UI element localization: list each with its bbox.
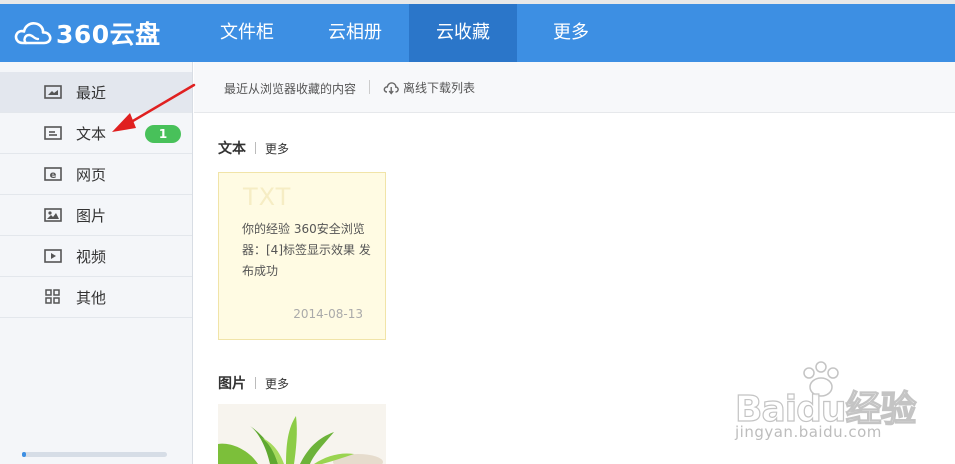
cloud-logo-icon bbox=[14, 22, 52, 45]
sidebar-item-label: 网页 bbox=[76, 165, 107, 184]
video-icon bbox=[44, 248, 62, 264]
sidebar: 最近 文本 1 e 网页 图片 视频 其他 bbox=[0, 62, 193, 464]
recent-icon bbox=[44, 84, 62, 100]
section-divider bbox=[255, 142, 256, 154]
main-nav: 文件柜 云相册 云收藏 更多 bbox=[193, 4, 625, 62]
storage-progress-fill bbox=[22, 452, 27, 457]
sidebar-item-text[interactable]: 文本 1 bbox=[0, 113, 192, 154]
sidebar-item-images[interactable]: 图片 bbox=[0, 195, 192, 236]
text-section-more-link[interactable]: 更多 bbox=[265, 140, 289, 157]
text-section-header: 文本 更多 bbox=[218, 138, 289, 158]
text-file-card[interactable]: TXT 你的经验 360安全浏览器：[4]标签显示效果 发布成功 2014-08… bbox=[218, 172, 386, 340]
cloud-download-icon bbox=[383, 81, 399, 95]
sidebar-item-other[interactable]: 其他 bbox=[0, 277, 192, 318]
logo-text: 360云盘 bbox=[56, 20, 161, 49]
text-section-title: 文本 bbox=[218, 141, 246, 157]
sidebar-item-label: 视频 bbox=[76, 247, 107, 266]
logo[interactable]: 360云盘 bbox=[14, 14, 161, 52]
succulent-plant-image bbox=[218, 404, 386, 464]
nav-tab-cloud-favorites[interactable]: 云收藏 bbox=[409, 4, 517, 62]
content-toolbar: 最近从浏览器收藏的内容 离线下载列表 bbox=[194, 62, 955, 113]
text-icon bbox=[44, 125, 62, 141]
image-section-more-link[interactable]: 更多 bbox=[265, 375, 289, 392]
sidebar-item-webpage[interactable]: e 网页 bbox=[0, 154, 192, 195]
watermark-url: jingyan.baidu.com bbox=[735, 423, 882, 441]
sidebar-item-label: 其他 bbox=[76, 288, 107, 307]
image-section-header: 图片 更多 bbox=[218, 373, 289, 393]
other-grid-icon bbox=[44, 289, 62, 305]
sidebar-item-label: 图片 bbox=[76, 206, 107, 225]
file-type-label: TXT bbox=[243, 183, 292, 211]
sidebar-item-label: 最近 bbox=[76, 83, 107, 102]
header-bar: 360云盘 文件柜 云相册 云收藏 更多 bbox=[0, 4, 955, 62]
count-badge: 1 bbox=[145, 125, 181, 143]
nav-tab-file-cabinet[interactable]: 文件柜 bbox=[193, 4, 301, 62]
card-date: 2014-08-13 bbox=[293, 307, 363, 321]
offline-download-label: 离线下载列表 bbox=[403, 81, 476, 95]
toolbar-divider bbox=[369, 80, 370, 94]
section-divider bbox=[255, 377, 256, 389]
svg-text:e: e bbox=[50, 170, 57, 181]
image-section-title: 图片 bbox=[218, 376, 246, 392]
nav-tab-more[interactable]: 更多 bbox=[517, 4, 625, 62]
image-icon bbox=[44, 207, 62, 223]
card-content: 你的经验 360安全浏览器：[4]标签显示效果 发布成功 bbox=[242, 222, 371, 278]
webpage-icon: e bbox=[44, 166, 62, 182]
offline-download-list-link[interactable]: 离线下载列表 bbox=[383, 79, 475, 96]
toolbar-description: 最近从浏览器收藏的内容 bbox=[224, 82, 357, 96]
sidebar-item-label: 文本 bbox=[76, 124, 107, 143]
image-thumbnail[interactable] bbox=[218, 404, 386, 464]
baidu-jingyan-watermark: Baidu经验 jingyan.baidu.com bbox=[734, 361, 935, 455]
nav-tab-cloud-album[interactable]: 云相册 bbox=[301, 4, 409, 62]
sidebar-item-recent[interactable]: 最近 bbox=[0, 72, 192, 113]
storage-progress-bar bbox=[22, 452, 167, 457]
sidebar-item-video[interactable]: 视频 bbox=[0, 236, 192, 277]
